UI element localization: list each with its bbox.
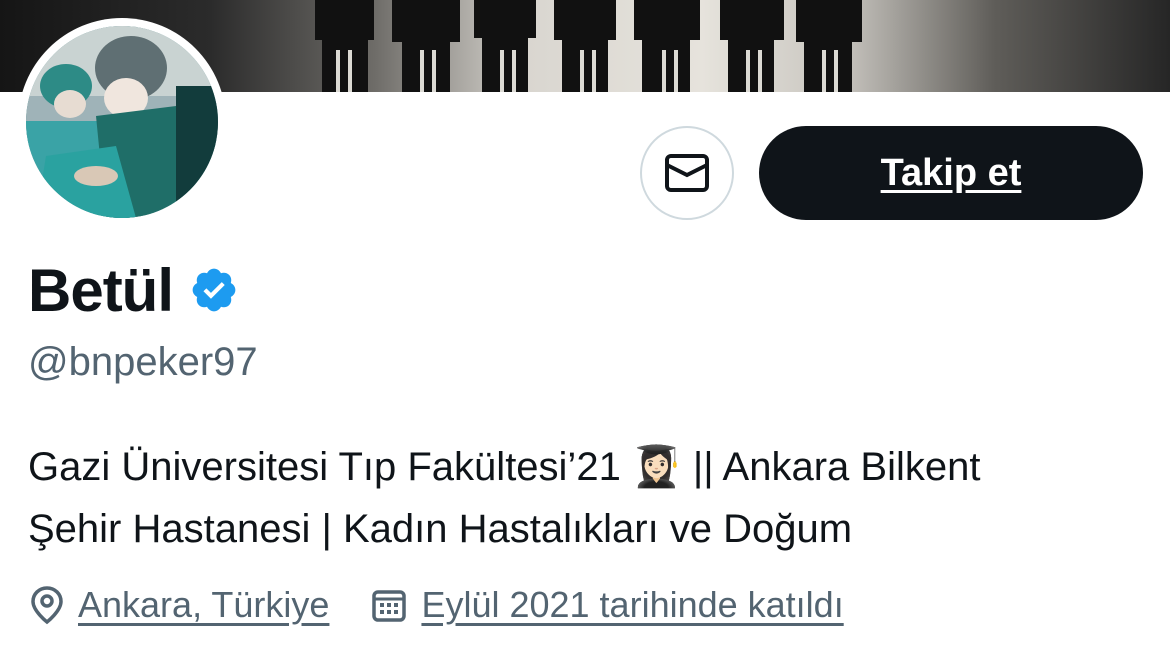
calendar-icon bbox=[372, 590, 407, 622]
follow-button[interactable]: Takip et bbox=[759, 126, 1143, 220]
bio-line-2: Şehir Hastanesi | Kadın Hastalıkları ve … bbox=[28, 507, 853, 551]
avatar[interactable] bbox=[18, 18, 226, 226]
follow-button-label: Takip et bbox=[880, 151, 1022, 194]
envelope-icon bbox=[665, 154, 709, 192]
name-row: Betül bbox=[28, 254, 239, 326]
joined-item: Eylül 2021 tarihinde katıldı bbox=[371, 584, 844, 626]
display-name: Betül bbox=[28, 256, 174, 324]
verified-badge-icon[interactable] bbox=[189, 265, 239, 315]
profile-meta: Ankara, Türkiye Eylül 2021 tarihinde kat… bbox=[30, 584, 844, 626]
location-pin-icon bbox=[31, 586, 63, 625]
joined-date-link[interactable]: Eylül 2021 tarihinde katıldı bbox=[421, 584, 843, 626]
profile-page: Takip et Betül @bnpeker97 Gazi Üniversit… bbox=[0, 0, 1170, 646]
location-item: Ankara, Türkiye bbox=[30, 584, 329, 626]
avatar-image bbox=[26, 26, 218, 218]
bio-line-1: Gazi Üniversitesi Tıp Fakültesi’21 👩🏻‍🎓 … bbox=[28, 445, 981, 489]
profile-bio: Gazi Üniversitesi Tıp Fakültesi’21 👩🏻‍🎓 … bbox=[28, 436, 1148, 560]
message-button[interactable] bbox=[640, 126, 734, 220]
location-link[interactable]: Ankara, Türkiye bbox=[78, 584, 329, 626]
user-handle: @bnpeker97 bbox=[28, 340, 258, 384]
